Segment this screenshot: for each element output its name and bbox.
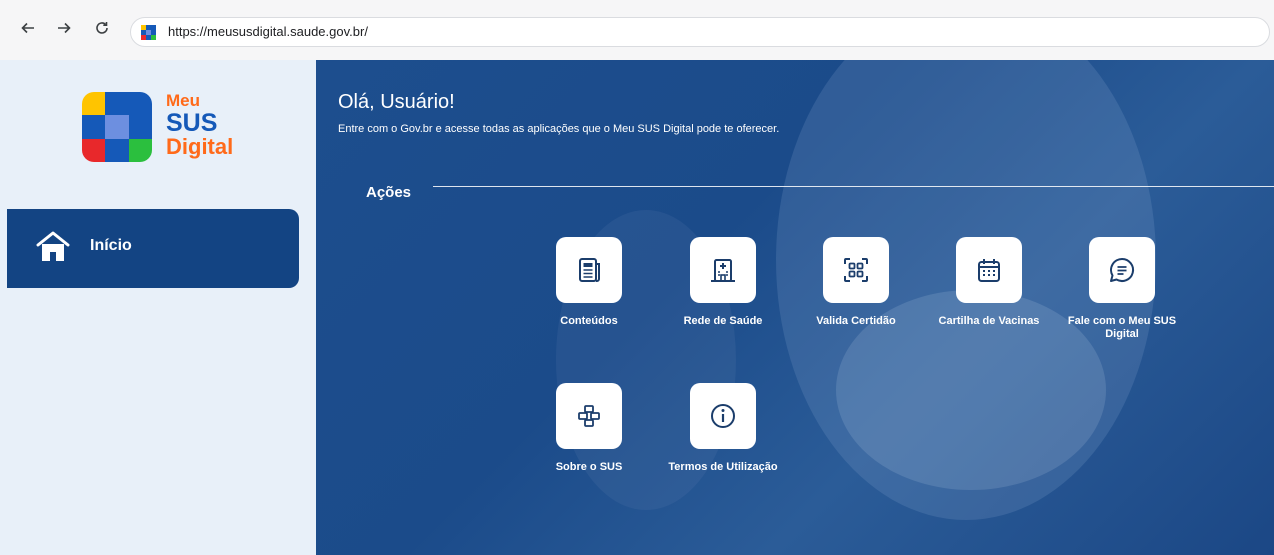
action-label: Termos de Utilização [668, 461, 778, 473]
action-tile[interactable] [690, 237, 756, 303]
action-tile[interactable] [1089, 237, 1155, 303]
sus-cross-icon [578, 405, 600, 427]
action-tile[interactable] [956, 237, 1022, 303]
action-label: Cartilha de Vacinas [938, 315, 1040, 327]
page-subtitle: Entre com o Gov.br e acesse todas as apl… [338, 123, 780, 135]
logo-sus: SUS [166, 109, 218, 137]
section-title: Ações [366, 184, 412, 201]
address-bar[interactable]: https://meususdigital.saude.gov.br/ [130, 17, 1270, 47]
logo-grid-icon [82, 92, 152, 162]
action-tile[interactable] [556, 383, 622, 449]
newspaper-icon [579, 258, 600, 282]
action-valida-certidao[interactable]: Valida Certidão [801, 237, 911, 328]
reload-button[interactable] [90, 16, 114, 40]
chat-icon [1110, 257, 1134, 282]
forward-button[interactable] [52, 16, 76, 40]
action-label: Valida Certidão [816, 315, 896, 327]
section-divider [433, 186, 1274, 187]
home-icon [36, 231, 70, 261]
logo-wordmark: Meu SUS Digital [166, 92, 233, 158]
hospital-icon [711, 259, 735, 282]
action-label: Sobre o SUS [555, 461, 623, 473]
site-favicon-icon [141, 25, 156, 40]
logo-meu: Meu [166, 91, 200, 110]
sidebar: Meu SUS Digital Início [0, 60, 316, 555]
logo-digital: Digital [166, 134, 234, 159]
action-label: Rede de Saúde [683, 315, 763, 327]
action-termos-de-utilizacao[interactable]: Termos de Utilização [668, 383, 778, 474]
sidebar-item-label: Início [90, 237, 132, 254]
action-rede-de-saude[interactable]: Rede de Saúde [668, 237, 778, 328]
reload-icon [96, 22, 108, 34]
url-text: https://meususdigital.saude.gov.br/ [168, 24, 368, 39]
action-label: Conteúdos [560, 315, 618, 327]
page-title: Olá, Usuário! [338, 91, 455, 113]
qr-scan-icon [844, 258, 868, 282]
action-tile[interactable] [690, 383, 756, 449]
action-tile[interactable] [823, 237, 889, 303]
app-logo[interactable]: Meu SUS Digital [82, 92, 252, 166]
browser-toolbar: https://meususdigital.saude.gov.br/ [0, 0, 1274, 60]
action-label: Fale com o Meu SUS Digital [1067, 315, 1177, 340]
info-icon [711, 404, 735, 428]
action-tile[interactable] [556, 237, 622, 303]
back-button[interactable] [16, 16, 40, 40]
calendar-icon [978, 259, 1000, 282]
action-fale-com-o-meu-sus-digital[interactable]: Fale com o Meu SUS Digital [1067, 237, 1177, 341]
action-conteudos[interactable]: Conteúdos [534, 237, 644, 328]
action-sobre-o-sus[interactable]: Sobre o SUS [534, 383, 644, 474]
arrow-right-icon [58, 22, 71, 34]
action-cartilha-de-vacinas[interactable]: Cartilha de Vacinas [934, 237, 1044, 328]
sidebar-item-inicio[interactable]: Início [7, 209, 299, 288]
arrow-left-icon [21, 22, 34, 34]
main-content: Olá, Usuário! Entre com o Gov.br e acess… [316, 60, 1274, 555]
